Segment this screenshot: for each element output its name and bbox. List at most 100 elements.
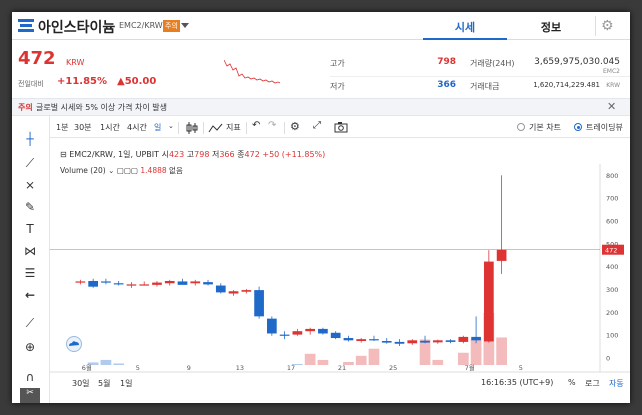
tradingview-radio[interactable] — [574, 123, 582, 131]
range-1d[interactable]: 1일 — [120, 378, 132, 389]
legend-collapse-icon[interactable]: ⊟ — [60, 150, 67, 159]
drawing-toolbar: ┼ ⟋ ⨯ ✎ T ⋈ ☰ ← ⟋ ⊕ ∩ ✂ — [12, 116, 50, 403]
y-tick-label: 100 — [606, 332, 618, 340]
auto-toggle[interactable]: 자동 — [609, 378, 624, 389]
warning-tag: 주의 — [163, 20, 180, 32]
chevron-down-icon[interactable] — [181, 23, 189, 28]
amount-value: 1,620,714,229.481 — [533, 81, 600, 89]
x-tick-label: 5 — [136, 364, 140, 372]
fullscreen-icon[interactable]: ⤢ — [313, 120, 321, 131]
gear-icon[interactable]: ⚙ — [601, 18, 614, 34]
candle-body — [190, 281, 201, 284]
candle-body — [305, 328, 315, 332]
interval-30min[interactable]: 30분 — [74, 122, 92, 133]
candle-body — [330, 332, 341, 339]
pair-label[interactable]: EMC2/KRW — [119, 21, 163, 30]
candle-body — [420, 340, 430, 343]
legend-high: 798 — [194, 150, 210, 159]
current-price: 472 — [18, 48, 56, 69]
settings-icon[interactable]: ⚙ — [290, 120, 300, 133]
last-price-label: 472 — [605, 247, 617, 255]
divider — [178, 122, 179, 134]
tab-market[interactable]: 시세 — [423, 19, 507, 35]
interval-day[interactable]: 일 — [154, 122, 161, 133]
candle-body — [254, 290, 264, 317]
percent-toggle[interactable]: % — [568, 378, 576, 387]
log-toggle[interactable]: 로그 — [585, 378, 600, 389]
low-label: 저가 — [330, 82, 345, 91]
active-tab-indicator — [423, 38, 507, 40]
brush-icon[interactable]: ✎ — [20, 200, 40, 218]
divider — [203, 122, 204, 134]
chart-legend: ⊟ EMC2/KRW, 1일, UPBIT 시423 고798 저366 종47… — [60, 149, 325, 160]
candle-body — [75, 281, 86, 283]
legend-control-icons[interactable]: ⌄ ▢▢▢ — [108, 166, 138, 175]
tradingview-label[interactable]: 트레이딩뷰 — [586, 122, 623, 133]
interval-1hour[interactable]: 1시간 — [100, 122, 120, 133]
trendline-icon[interactable]: ⟋ — [20, 156, 40, 174]
indicator-button[interactable]: 지표 — [226, 122, 241, 133]
volume-legend: Volume (20) ⌄ ▢▢▢ 1.4888 없음 — [60, 165, 183, 176]
pattern-icon[interactable]: ⋈ — [20, 244, 40, 262]
candle-body — [381, 341, 392, 343]
change-amount: ▲50.00 — [117, 76, 157, 87]
legend-close-label: 종 — [237, 150, 245, 159]
interval-4hour[interactable]: 4시간 — [127, 122, 147, 133]
candle-body — [113, 283, 124, 285]
volume-legend-label[interactable]: Volume (20) — [60, 166, 106, 175]
candle-body — [471, 336, 481, 341]
arrow-left-icon[interactable]: ← — [20, 288, 40, 306]
range-5m[interactable]: 5월 — [98, 378, 110, 389]
x-tick-label: 6월 — [82, 363, 92, 372]
y-tick-label: 400 — [606, 263, 618, 271]
legend-symbol[interactable]: EMC2/KRW, 1일, UPBIT — [69, 150, 159, 159]
lock-icon[interactable]: ✂ — [20, 388, 40, 403]
magnet-icon[interactable]: ∩ — [20, 370, 40, 388]
sparkline — [224, 59, 280, 84]
notice-bar: 주의 글로벌 시세와 5% 이상 가격 차이 발생 ✕ — [12, 98, 630, 116]
ruler-icon[interactable]: ⟋ — [20, 316, 40, 334]
undo-icon[interactable]: ↶ — [252, 120, 260, 131]
candle-body — [279, 334, 290, 336]
candle-body — [203, 282, 213, 285]
notice-text: 글로벌 시세와 5% 이상 가격 차이 발생 — [36, 103, 167, 112]
redo-icon[interactable]: ↷ — [268, 120, 276, 131]
volume-bar — [113, 363, 125, 365]
volume-bar — [432, 359, 444, 365]
measure-lines-icon[interactable]: ☰ — [20, 266, 40, 284]
interval-1min[interactable]: 1분 — [56, 122, 68, 133]
candle-body — [101, 281, 111, 283]
x-tick-label: 5 — [519, 364, 523, 372]
close-icon[interactable]: ✕ — [607, 100, 616, 113]
candle-type-icon[interactable] — [186, 121, 198, 135]
high-value: 798 — [437, 57, 456, 67]
y-tick-label: 800 — [606, 172, 618, 180]
volume-unit: EMC2 — [603, 68, 620, 75]
volume-legend-value: 1.4888 — [140, 166, 167, 175]
y-tick-label: 600 — [606, 217, 618, 225]
range-30d[interactable]: 30일 — [72, 378, 90, 389]
basic-chart-radio[interactable] — [517, 123, 525, 131]
indicator-icon[interactable] — [208, 122, 224, 134]
crosshair-icon[interactable]: ┼ — [20, 132, 40, 150]
candle-body — [241, 290, 252, 292]
price-chart[interactable]: 0 100 200 300 400 500 600 700 800 472 6월 5 9 13 17 21 25… — [50, 138, 630, 378]
candle-body — [215, 285, 226, 293]
amount-unit: KRW — [606, 82, 620, 89]
zoom-in-icon[interactable]: ⊕ — [20, 340, 40, 358]
candle-body — [164, 280, 175, 284]
tab-info[interactable]: 정보 — [512, 19, 590, 35]
change-percent: +11.85% — [57, 76, 108, 87]
camera-icon[interactable] — [334, 121, 348, 133]
chevron-down-icon[interactable]: ⌄ — [168, 122, 174, 130]
text-icon[interactable]: T — [20, 222, 40, 240]
basic-chart-label[interactable]: 기본 차트 — [529, 122, 561, 133]
y-tick-label: 200 — [606, 309, 618, 317]
cloud-icon[interactable] — [64, 336, 84, 352]
candle-body — [445, 340, 456, 342]
candle-body — [228, 291, 239, 294]
app-name[interactable]: 아인스타이늄 — [38, 17, 115, 37]
legend-low: 366 — [219, 150, 235, 159]
fib-icon[interactable]: ⨯ — [20, 178, 40, 196]
x-tick-label: 25 — [389, 364, 397, 372]
